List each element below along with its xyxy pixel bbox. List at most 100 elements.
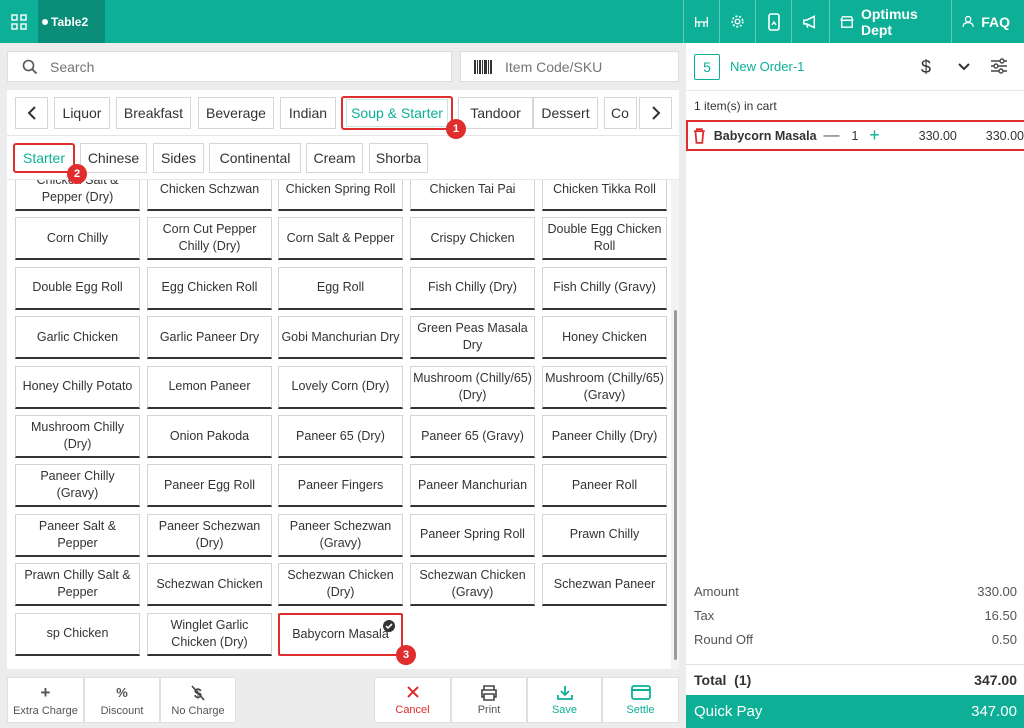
menu-item-paneer-egg-roll[interactable]: Paneer Egg Roll [147, 464, 272, 508]
subcategory-tab-continental[interactable]: Continental [209, 143, 301, 173]
menu-item-paneer-roll[interactable]: Paneer Roll [542, 464, 667, 508]
search-input[interactable] [50, 58, 350, 75]
menu-item-winglet-garlic-chicken-dry[interactable]: Winglet Garlic Chicken (Dry) [147, 612, 272, 656]
menu-item-schezwan-chicken-gravy[interactable]: Schezwan Chicken (Gravy) [410, 563, 535, 607]
menu-item-paneer-schezwan-dry[interactable]: Paneer Schezwan (Dry) [147, 513, 272, 557]
menu-item-fish-chilly-gravy[interactable]: Fish Chilly (Gravy) [542, 266, 667, 310]
delete-trash-icon[interactable] [693, 127, 706, 144]
menu-item-egg-chicken-roll[interactable]: Egg Chicken Roll [147, 266, 272, 310]
filter-sliders-icon[interactable] [990, 58, 1008, 74]
scrollbar-thumb[interactable] [674, 310, 677, 660]
menu-item-paneer-chilly-dry[interactable]: Paneer Chilly (Dry) [542, 415, 667, 458]
order-name[interactable]: New Order-1 [730, 59, 804, 74]
menu-item-garlic-chicken[interactable]: Garlic Chicken [15, 316, 140, 360]
menu-item-honey-chicken[interactable]: Honey Chicken [542, 316, 667, 360]
department-button[interactable]: Optimus Dept [829, 0, 951, 43]
menu-item-paneer-65-gravy[interactable]: Paneer 65 (Gravy) [410, 415, 535, 458]
currency-dollar-icon[interactable]: $ [921, 57, 931, 78]
menu-item-paneer-65-dry[interactable]: Paneer 65 (Dry) [278, 415, 403, 458]
menu-item-label: Fish Chilly (Dry) [428, 280, 517, 295]
menu-item-honey-chilly-potato[interactable]: Honey Chilly Potato [15, 365, 140, 409]
menu-item-green-peas-masala-dry[interactable]: Green Peas Masala Dry [410, 316, 535, 360]
mobile-order-icon[interactable] [755, 0, 791, 43]
item-code-input[interactable] [505, 58, 665, 75]
menu-item-prawn-chilly[interactable]: Prawn Chilly [542, 513, 667, 557]
discount-button[interactable]: % Discount [84, 677, 160, 723]
table-tab[interactable]: Table2 [38, 0, 105, 43]
category-tab-breakfast[interactable]: Breakfast [116, 97, 191, 129]
menu-item-label: Chicken Tai Pai [429, 181, 516, 196]
menu-item-lovely-corn-dry[interactable]: Lovely Corn (Dry) [278, 365, 403, 409]
menu-item-double-egg-chicken-roll[interactable]: Double Egg Chicken Roll [542, 217, 667, 261]
faq-button[interactable]: FAQ [951, 0, 1020, 43]
settings-gear-icon[interactable] [719, 0, 755, 43]
category-tab-beverage[interactable]: Beverage [198, 97, 274, 129]
menu-item-paneer-manchurian[interactable]: Paneer Manchurian [410, 464, 535, 508]
category-prev-button[interactable] [15, 97, 48, 129]
menu-item-chicken-spring-roll[interactable]: Chicken Spring Roll [278, 180, 403, 211]
category-next-button[interactable] [639, 97, 672, 129]
subcategory-tab-cream[interactable]: Cream [306, 143, 363, 173]
menu-item-double-egg-roll[interactable]: Double Egg Roll [15, 266, 140, 310]
print-button[interactable]: Print [451, 677, 527, 723]
menu-item-paneer-schezwan-gravy[interactable]: Paneer Schezwan (Gravy) [278, 513, 403, 557]
settle-button[interactable]: Settle [602, 677, 679, 723]
menu-item-garlic-paneer-dry[interactable]: Garlic Paneer Dry [147, 316, 272, 360]
decrease-qty-button[interactable]: — [823, 127, 839, 145]
menu-item-mushroom-chilly-65-dry[interactable]: Mushroom (Chilly/65) (Dry) [410, 365, 535, 409]
apps-grid-icon[interactable] [0, 0, 38, 43]
menu-item-label: Corn Cut Pepper Chilly (Dry) [162, 222, 257, 254]
menu-item-schezwan-chicken[interactable]: Schezwan Chicken [147, 563, 272, 607]
increase-qty-button[interactable]: + [869, 125, 880, 146]
menu-item-schezwan-paneer[interactable]: Schezwan Paneer [542, 563, 667, 607]
menu-item-chicken-tikka-roll[interactable]: Chicken Tikka Roll [542, 180, 667, 211]
total-value: 347.00 [974, 672, 1017, 688]
search-box[interactable] [7, 51, 452, 82]
save-button[interactable]: Save [527, 677, 602, 723]
subcategory-tab-sides[interactable]: Sides [153, 143, 204, 173]
category-tab-more[interactable]: Co [604, 97, 637, 129]
menu-item-corn-chilly[interactable]: Corn Chilly [15, 217, 140, 261]
cart-item-row[interactable]: Babycorn Masala — 1 + 330.00 330.00 [686, 120, 1024, 151]
item-code-box[interactable] [460, 51, 679, 82]
menu-item-paneer-fingers[interactable]: Paneer Fingers [278, 464, 403, 508]
category-tab-liquor[interactable]: Liquor [54, 97, 110, 129]
menu-item-chicken-schzwan[interactable]: Chicken Schzwan [147, 180, 272, 211]
menu-item-chicken-tai-pai[interactable]: Chicken Tai Pai [410, 180, 535, 211]
menu-item-mushroom-chilly-65-gravy[interactable]: Mushroom (Chilly/65) (Gravy) [542, 365, 667, 409]
cancel-button[interactable]: Cancel [374, 677, 451, 723]
extra-charge-button[interactable]: + Extra Charge [7, 677, 84, 723]
no-charge-button[interactable]: $ No Charge [160, 677, 236, 723]
menu-item-label: Paneer Egg Roll [163, 477, 256, 492]
items-scrollbar[interactable] [671, 180, 679, 669]
menu-item-paneer-salt-pepper[interactable]: Paneer Salt & Pepper [15, 513, 140, 557]
menu-item-onion-pakoda[interactable]: Onion Pakoda [147, 415, 272, 458]
category-tab-soup-starter[interactable]: Soup & Starter [341, 96, 453, 130]
menu-item-paneer-chilly-gravy[interactable]: Paneer Chilly (Gravy) [15, 464, 140, 508]
category-tab-indian[interactable]: Indian [280, 97, 336, 129]
menu-item-egg-roll[interactable]: Egg Roll [278, 266, 403, 310]
menu-item-prawn-chilly-salt-pepper[interactable]: Prawn Chilly Salt & Pepper [15, 563, 140, 607]
menu-item-sp-chicken[interactable]: sp Chicken [15, 612, 140, 656]
table-view-icon[interactable] [683, 0, 719, 43]
menu-item-label: Garlic Paneer Dry [159, 329, 260, 344]
menu-item-gobi-manchurian-dry[interactable]: Gobi Manchurian Dry [278, 316, 403, 360]
announcement-megaphone-icon[interactable] [791, 0, 829, 43]
menu-item-crispy-chicken[interactable]: Crispy Chicken [410, 217, 535, 261]
menu-item-babycorn-masala[interactable]: Babycorn Masala [278, 612, 403, 656]
menu-item-paneer-spring-roll[interactable]: Paneer Spring Roll [410, 513, 535, 557]
menu-item-corn-cut-pepper-chilly-dry[interactable]: Corn Cut Pepper Chilly (Dry) [147, 217, 272, 261]
quick-pay-button[interactable]: Quick Pay 347.00 [686, 695, 1024, 728]
menu-item-corn-salt-pepper[interactable]: Corn Salt & Pepper [278, 217, 403, 261]
category-tab-dessert[interactable]: Dessert [533, 97, 598, 129]
menu-item-fish-chilly-dry[interactable]: Fish Chilly (Dry) [410, 266, 535, 310]
order-number-badge[interactable]: 5 [694, 53, 720, 80]
subcategory-tab-shorba[interactable]: Shorba [369, 143, 428, 173]
subcategory-tab-starter[interactable]: Starter [13, 143, 75, 173]
menu-item-lemon-paneer[interactable]: Lemon Paneer [147, 365, 272, 409]
menu-item-mushroom-chilly-dry[interactable]: Mushroom Chilly (Dry) [15, 415, 140, 458]
subcategory-tab-chinese[interactable]: Chinese [80, 143, 147, 173]
category-tab-tandoor[interactable]: Tandoor [458, 97, 533, 129]
chevron-down-icon[interactable] [958, 63, 970, 71]
menu-item-schezwan-chicken-dry[interactable]: Schezwan Chicken (Dry) [278, 563, 403, 607]
